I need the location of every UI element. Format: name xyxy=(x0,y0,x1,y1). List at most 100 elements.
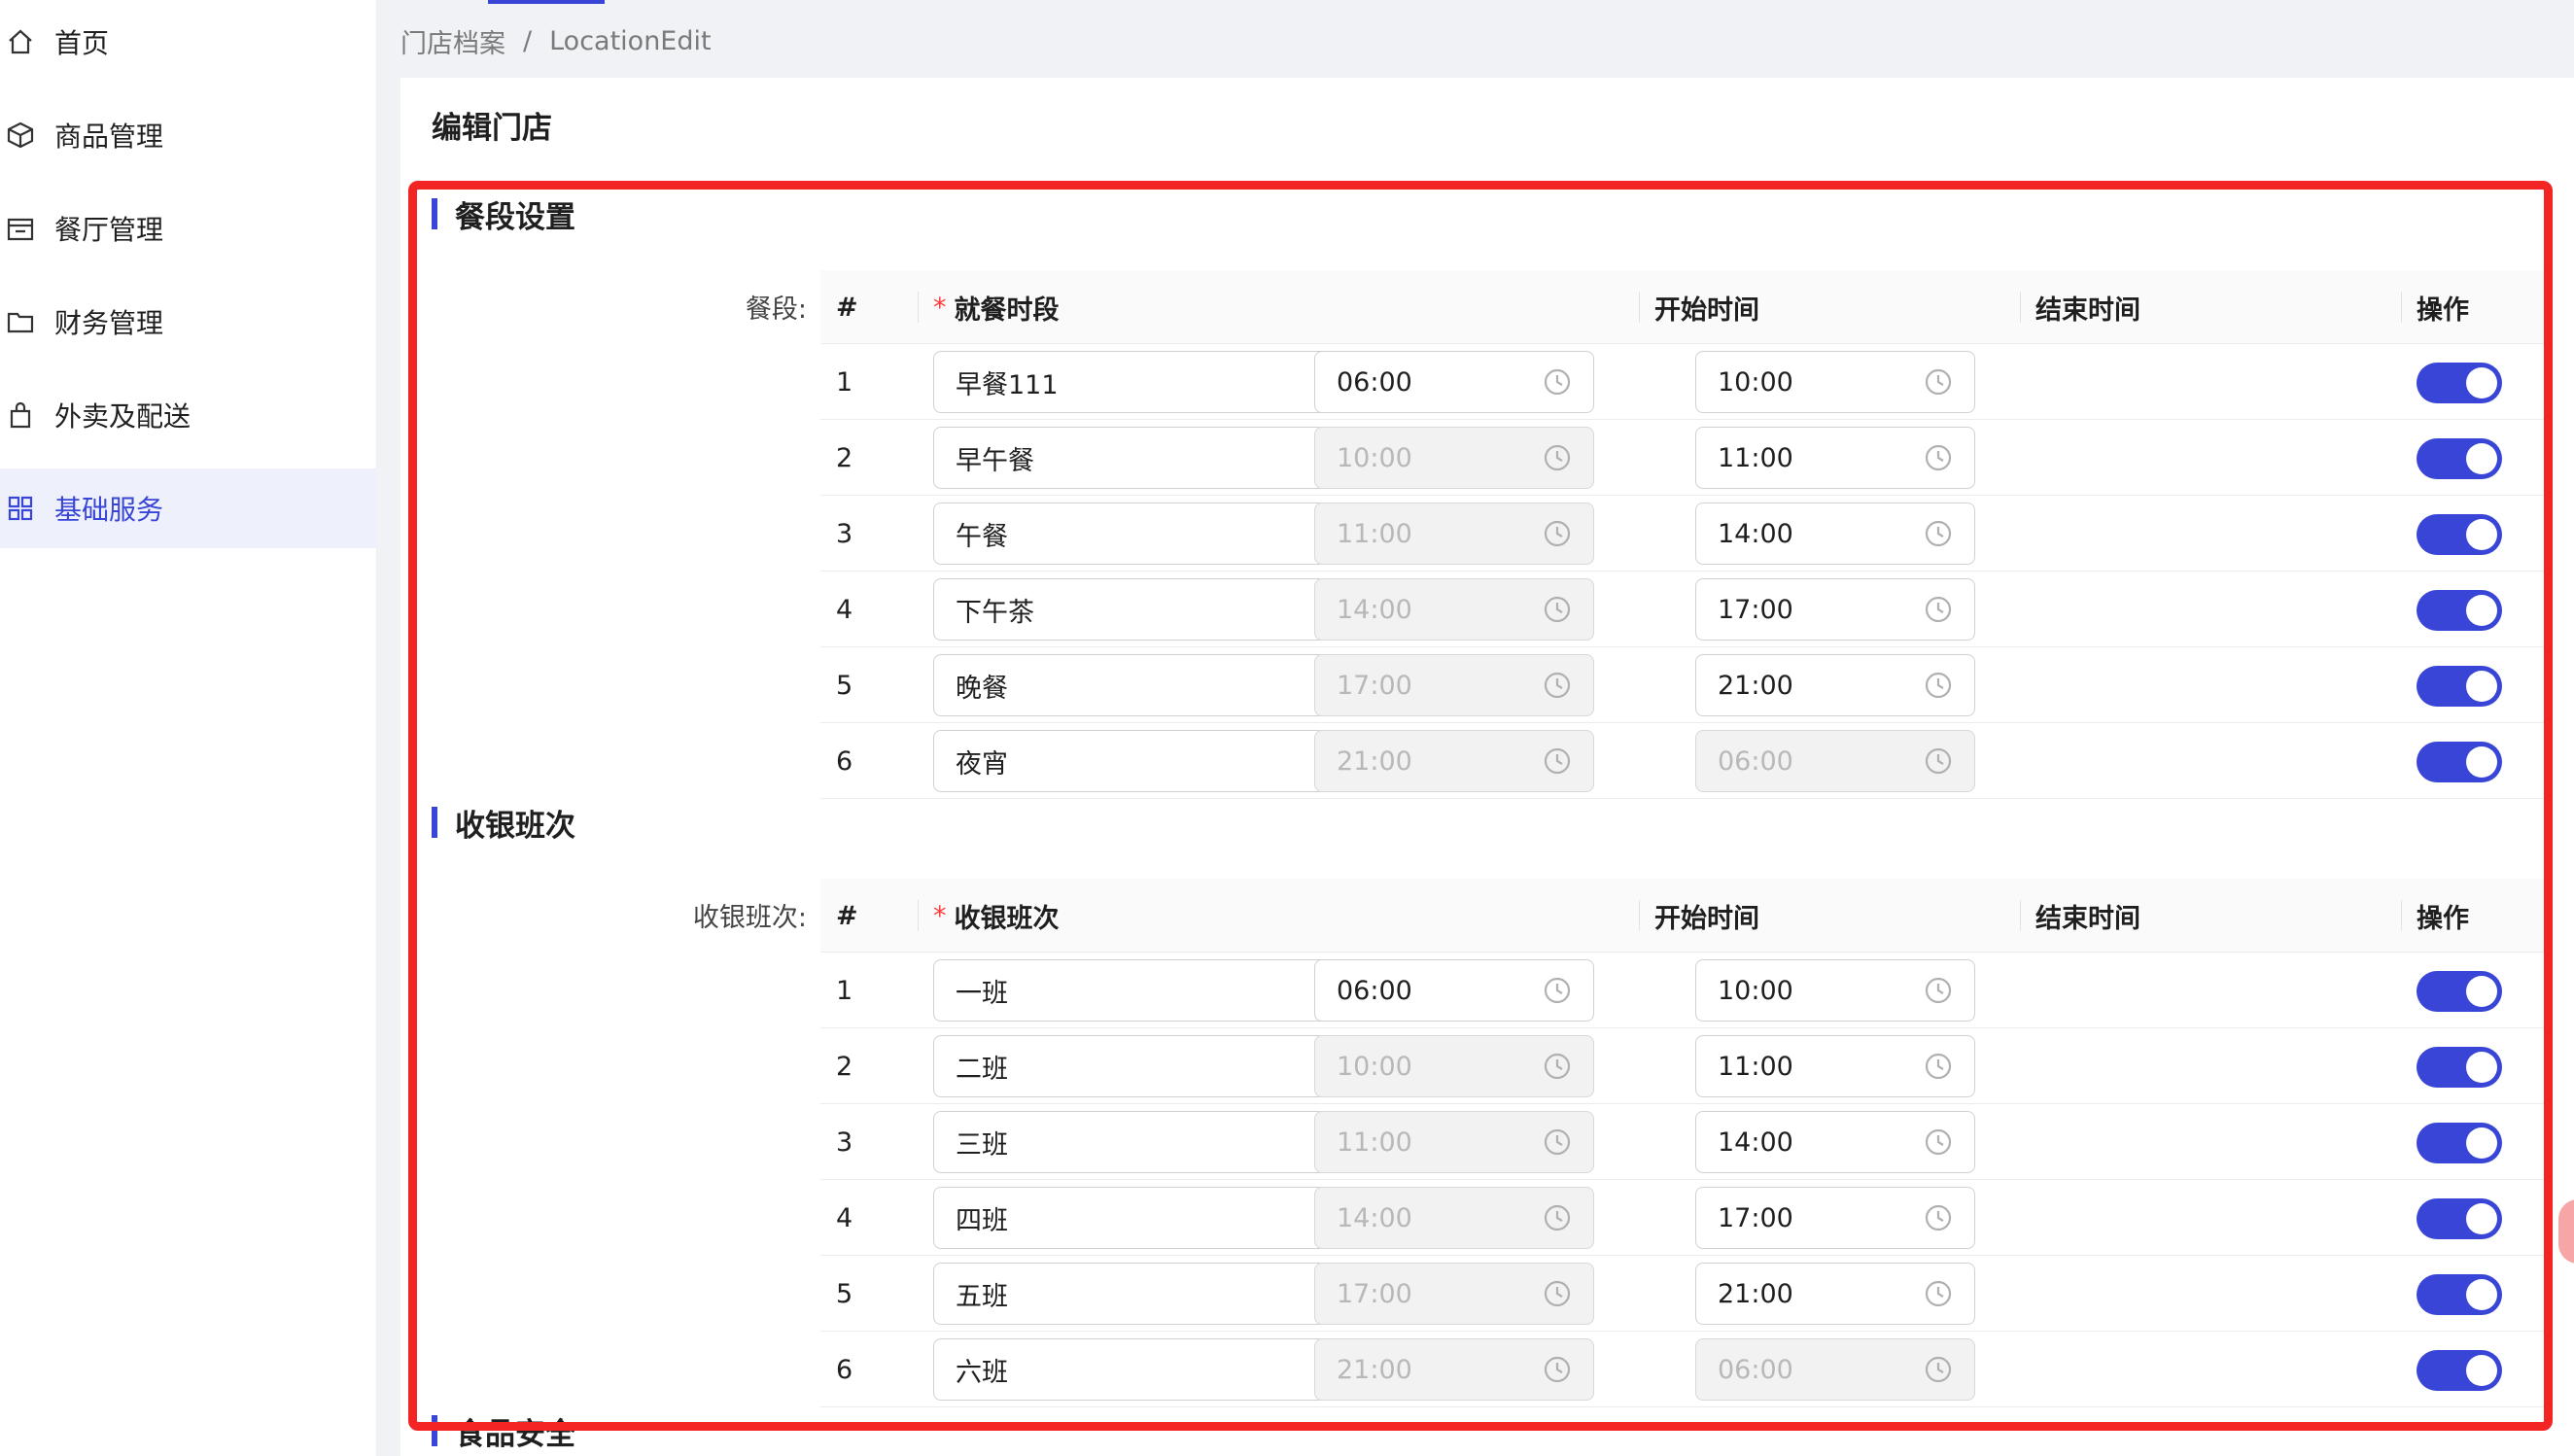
clock-icon xyxy=(1543,976,1572,1005)
start-time-picker: 17:00 xyxy=(1314,1263,1594,1325)
toggle-knob xyxy=(2466,367,2497,399)
sidebar-item-restaurant[interactable]: 餐厅管理 xyxy=(0,189,377,268)
toggle-knob xyxy=(2466,443,2497,474)
end-time-picker[interactable]: 17:00 xyxy=(1695,1187,1975,1249)
column-end: 结束时间 xyxy=(2020,879,2140,953)
sidebar-item-finance[interactable]: 财务管理 xyxy=(0,282,377,362)
toggle-knob xyxy=(2466,1052,2497,1083)
name-value: 早午餐 xyxy=(956,445,1034,476)
enable-toggle[interactable] xyxy=(2417,1123,2502,1163)
end-time-value: 11:00 xyxy=(1718,1051,1793,1082)
sidebar-item-delivery[interactable]: 外卖及配送 xyxy=(0,375,377,455)
active-tab-indicator xyxy=(488,0,605,4)
clock-icon xyxy=(1924,519,1953,548)
clock-icon xyxy=(1924,367,1953,397)
sidebar-item-basic-services[interactable]: 基础服务 xyxy=(0,468,377,548)
toggle-knob xyxy=(2466,671,2497,702)
name-value: 早餐111 xyxy=(956,369,1059,400)
start-time-picker[interactable]: 06:00 xyxy=(1314,351,1594,413)
row-index: 4 xyxy=(836,594,853,625)
end-time-picker[interactable]: 10:00 xyxy=(1695,351,1975,413)
clock-icon xyxy=(1543,443,1572,472)
breadcrumb-parent[interactable]: 门店档案 xyxy=(400,22,505,60)
column-action: 操作 xyxy=(2401,879,2469,953)
floating-action-handle[interactable] xyxy=(2558,1199,2574,1264)
clock-icon xyxy=(1924,976,1953,1005)
page-title: 编辑门店 xyxy=(432,111,552,146)
shift-table: # *收银班次 开始时间 结束时间 操作 1一班2 / 5006:0010:00… xyxy=(820,879,2551,1407)
start-time-picker: 10:00 xyxy=(1314,427,1594,489)
table-row: 6夜宵2 / 5021:0006:00 xyxy=(820,723,2551,799)
clock-icon xyxy=(1543,746,1572,776)
table-row: 2早午餐3 / 5010:0011:00 xyxy=(820,420,2551,496)
enable-toggle[interactable] xyxy=(2417,1274,2502,1315)
clock-icon xyxy=(1924,1279,1953,1308)
sidebar-item-label: 外卖及配送 xyxy=(54,400,191,433)
end-time-picker: 06:00 xyxy=(1695,730,1975,792)
enable-toggle[interactable] xyxy=(2417,1350,2502,1391)
breadcrumb-separator: / xyxy=(523,25,533,56)
enable-toggle[interactable] xyxy=(2417,1198,2502,1239)
name-value: 三班 xyxy=(956,1129,1008,1161)
row-index: 2 xyxy=(836,442,853,473)
row-index: 3 xyxy=(836,518,853,549)
end-time-value: 14:00 xyxy=(1718,518,1793,549)
end-time-picker[interactable]: 21:00 xyxy=(1695,654,1975,716)
end-time-picker[interactable]: 10:00 xyxy=(1695,959,1975,1022)
start-time-value: 14:00 xyxy=(1337,1202,1412,1233)
enable-toggle[interactable] xyxy=(2417,971,2502,1012)
row-index: 3 xyxy=(836,1127,853,1158)
end-time-value: 21:00 xyxy=(1718,1278,1793,1309)
end-time-picker[interactable]: 14:00 xyxy=(1695,1111,1975,1173)
toggle-knob xyxy=(2466,1127,2497,1159)
end-time-picker[interactable]: 11:00 xyxy=(1695,1035,1975,1097)
start-time-value: 10:00 xyxy=(1337,442,1412,473)
start-time-value: 21:00 xyxy=(1337,745,1412,777)
start-time-value: 17:00 xyxy=(1337,1278,1412,1309)
table-row: 5晚餐2 / 5017:0021:00 xyxy=(820,647,2551,723)
store-icon xyxy=(6,214,35,243)
name-value: 四班 xyxy=(956,1205,1008,1236)
column-end: 结束时间 xyxy=(2020,270,2140,344)
name-value: 六班 xyxy=(956,1357,1008,1388)
toggle-knob xyxy=(2466,1279,2497,1310)
folder-icon xyxy=(6,307,35,336)
sidebar-item-products[interactable]: 商品管理 xyxy=(0,95,377,175)
end-time-picker[interactable]: 21:00 xyxy=(1695,1263,1975,1325)
enable-toggle[interactable] xyxy=(2417,742,2502,782)
enable-toggle[interactable] xyxy=(2417,514,2502,555)
enable-toggle[interactable] xyxy=(2417,363,2502,403)
end-time-picker[interactable]: 11:00 xyxy=(1695,427,1975,489)
end-time-value: 17:00 xyxy=(1718,1202,1793,1233)
start-time-value: 17:00 xyxy=(1337,670,1412,701)
enable-toggle[interactable] xyxy=(2417,590,2502,631)
meal-section-title: 餐段设置 xyxy=(432,194,575,235)
row-index: 1 xyxy=(836,975,853,1006)
end-time-value: 21:00 xyxy=(1718,670,1793,701)
start-time-value: 06:00 xyxy=(1337,975,1412,1006)
breadcrumb-current: LocationEdit xyxy=(549,25,712,56)
enable-toggle[interactable] xyxy=(2417,1047,2502,1088)
toggle-knob xyxy=(2466,519,2497,550)
start-time-picker[interactable]: 06:00 xyxy=(1314,959,1594,1022)
clock-icon xyxy=(1924,443,1953,472)
start-time-value: 21:00 xyxy=(1337,1354,1412,1385)
sidebar-item-home[interactable]: 首页 xyxy=(0,2,377,82)
end-time-picker[interactable]: 14:00 xyxy=(1695,503,1975,565)
name-value: 一班 xyxy=(956,978,1008,1009)
clock-icon xyxy=(1924,746,1953,776)
toggle-knob xyxy=(2466,1355,2497,1386)
clock-icon xyxy=(1543,1052,1572,1081)
table-row: 2二班2 / 5010:0011:00 xyxy=(820,1028,2551,1104)
table-row: 5五班2 / 5017:0021:00 xyxy=(820,1256,2551,1332)
start-time-value: 06:00 xyxy=(1337,366,1412,398)
enable-toggle[interactable] xyxy=(2417,666,2502,707)
start-time-picker: 21:00 xyxy=(1314,730,1594,792)
start-time-picker: 21:00 xyxy=(1314,1338,1594,1401)
table-row: 1一班2 / 5006:0010:00 xyxy=(820,953,2551,1028)
enable-toggle[interactable] xyxy=(2417,438,2502,479)
name-value: 下午茶 xyxy=(956,597,1034,628)
clock-icon xyxy=(1543,1127,1572,1157)
name-value: 晚餐 xyxy=(956,673,1008,704)
end-time-picker[interactable]: 17:00 xyxy=(1695,578,1975,641)
